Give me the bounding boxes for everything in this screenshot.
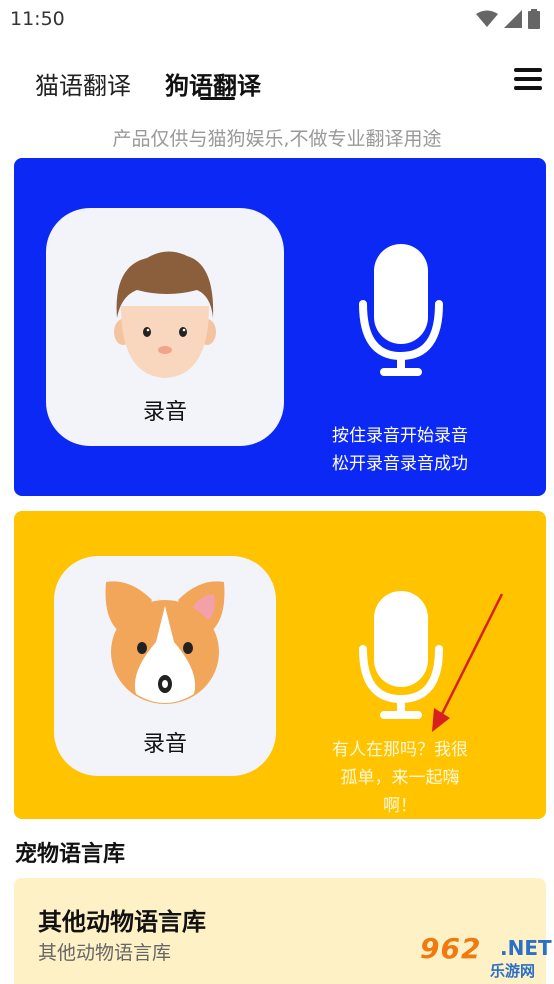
status-bar: 11:50 (0, 0, 554, 36)
dog-translation-caption: 有人在那吗？我很 孤单，来一起嗨 啊！ (320, 736, 480, 820)
caption-line: 按住录音开始录音 (332, 426, 468, 446)
translator-tabs: 猫语翻译 狗语翻译 (0, 60, 554, 110)
human-record-card: 录音 按住录音开始录音 松开录音录音成功 (14, 158, 546, 496)
microphone-icon[interactable] (358, 244, 444, 378)
dog-record-button[interactable]: 录音 (54, 556, 276, 776)
tab-cat-translation[interactable]: 猫语翻译 (35, 66, 131, 101)
caption-line: 孤单，来一起嗨 (340, 768, 460, 788)
caption-line: 啊！ (383, 796, 417, 816)
watermark-suffix: .NET (500, 936, 552, 960)
library-subtitle: 其他动物语言库 (38, 942, 172, 964)
tab-dog-translation[interactable]: 狗语翻译 (165, 66, 261, 101)
section-title: 宠物语言库 (15, 842, 126, 867)
signal-icon (504, 10, 522, 28)
watermark-number: 962 (420, 932, 482, 965)
caption-line: 松开录音录音成功 (332, 454, 468, 474)
man-avatar-icon (114, 251, 216, 378)
library-title: 其他动物语言库 (38, 908, 206, 936)
dog-record-label: 录音 (142, 732, 187, 757)
human-record-button[interactable]: 录音 (46, 208, 284, 446)
disclaimer-text: 产品仅供与猫狗娱乐,不做专业翻译用途 (112, 128, 442, 150)
menu-icon[interactable] (514, 68, 542, 90)
corgi-avatar-icon (105, 581, 225, 704)
watermark-subtext: 乐游网 (490, 962, 536, 980)
status-time: 11:50 (10, 8, 65, 30)
caption-line: 有人在那吗？我很 (332, 740, 468, 760)
watermark-logo: 962 .NET 乐游网 (414, 930, 552, 982)
human-record-caption: 按住录音开始录音 松开录音录音成功 (314, 422, 486, 478)
battery-icon (528, 9, 540, 29)
annotation-arrow (432, 593, 504, 732)
wifi-icon (476, 10, 498, 27)
status-icons (476, 9, 540, 29)
human-record-label: 录音 (142, 400, 187, 425)
active-tab-indicator (200, 97, 235, 100)
